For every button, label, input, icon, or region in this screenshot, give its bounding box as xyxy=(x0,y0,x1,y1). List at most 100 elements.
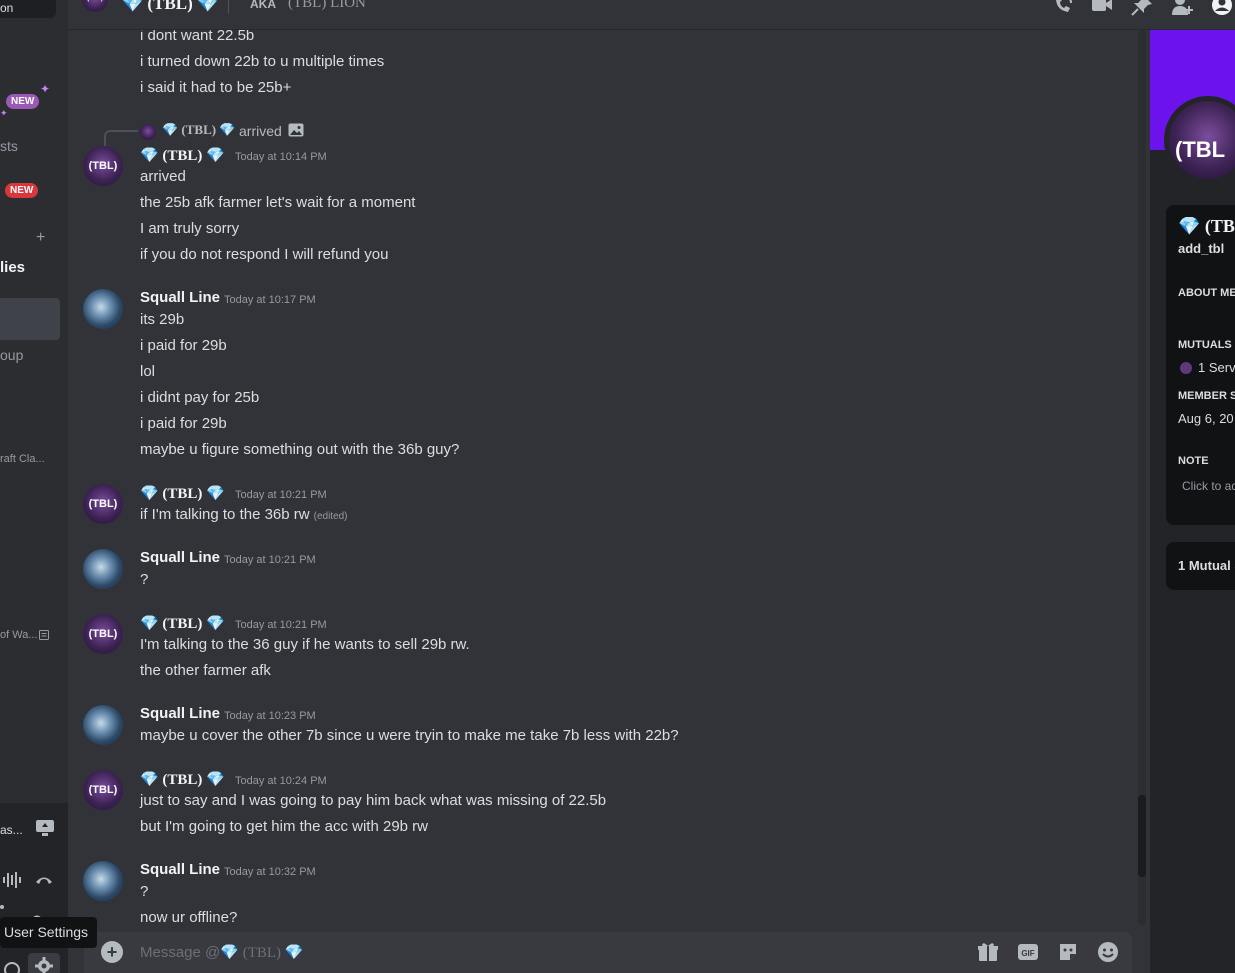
voice-call-icon[interactable] xyxy=(1052,0,1074,16)
message-author[interactable]: 💎 (TBL) 💎 xyxy=(140,770,225,789)
channel-header: (TBL) 💎 (TBL) 💎 AKA (TBL) LION xyxy=(68,0,1235,30)
upload-plus-icon[interactable]: + xyxy=(101,941,123,963)
sparkle-icon-small: ✦ xyxy=(0,108,8,118)
avatar-text: (TBL) xyxy=(88,784,118,796)
message-text: the 25b afk farmer let's wait for a mome… xyxy=(140,194,416,211)
scrollbar-thumb[interactable] xyxy=(1138,795,1146,877)
soundboard-icon[interactable] xyxy=(2,871,22,889)
message-input[interactable]: Message @💎 (TBL) 💎 xyxy=(140,943,303,962)
sidebar-item-selected[interactable] xyxy=(0,298,60,340)
message-text: arrived xyxy=(140,168,186,185)
message-text: i turned down 22b to u multiple times xyxy=(140,53,385,70)
message-timestamp: Today at 10:21 PM xyxy=(235,619,327,631)
message-author[interactable]: 💎 (TBL) 💎 xyxy=(140,146,225,165)
emoji-icon[interactable] xyxy=(1097,941,1119,963)
message-input-target: 💎 (TBL) 💎 xyxy=(220,945,304,961)
status-dot-icon xyxy=(0,905,4,909)
message-text: ? xyxy=(140,883,149,900)
mutuals-heading: MUTUALS xyxy=(1178,339,1232,351)
activity-label: as... xyxy=(0,823,23,837)
message-text: just to say and I was going to pay him b… xyxy=(140,792,607,809)
gif-icon[interactable]: GIF xyxy=(1017,941,1039,963)
sidebar-item-quests[interactable]: sts xyxy=(0,138,18,154)
create-dm-plus-icon[interactable]: + xyxy=(36,229,45,247)
avatar[interactable]: (TBL) xyxy=(83,614,123,654)
user-profile-toggle-icon[interactable] xyxy=(1211,0,1233,16)
add-friends-to-dm-icon[interactable] xyxy=(1171,0,1193,16)
reply-avatar[interactable] xyxy=(140,124,156,140)
avatar[interactable] xyxy=(83,549,123,589)
avatar[interactable]: (TBL) xyxy=(83,484,123,524)
message-text: its 29b xyxy=(140,311,185,328)
sidebar-item-wa[interactable]: of Wa... xyxy=(0,629,38,641)
message-author[interactable]: Squall Line xyxy=(140,549,220,566)
user-profile-panel: (TBL 💎 (TB add_tbl ABOUT ME MUTUALS 1 Se… xyxy=(1150,30,1235,973)
message-timestamp: Today at 10:24 PM xyxy=(235,775,327,787)
aka-label: AKA xyxy=(250,0,276,11)
sidebar-item-craft[interactable]: raft Cla... xyxy=(0,453,45,465)
edited-marker: (edited) xyxy=(313,511,348,522)
message-text: maybe u figure something out with the 36… xyxy=(140,441,460,458)
message-timestamp: Today at 10:14 PM xyxy=(235,151,327,163)
message-text: if you do not respond I will refund you xyxy=(140,246,389,263)
avatar[interactable]: (TBL) xyxy=(83,146,123,186)
new-badge: NEW xyxy=(6,94,40,109)
message-author[interactable]: Squall Line xyxy=(140,289,220,306)
message-text: i said it had to be 25b+ xyxy=(140,79,292,96)
profile-username: add_tbl xyxy=(1178,241,1225,256)
header-avatar-text: (TBL) xyxy=(87,0,103,2)
message-composer[interactable]: + Message @💎 (TBL) 💎 GIF xyxy=(84,932,1132,973)
message-text: maybe u cover the other 7b since u were … xyxy=(140,727,679,744)
message-text: now ur offline? xyxy=(140,909,238,926)
disconnect-call-icon[interactable] xyxy=(34,873,54,885)
video-call-icon[interactable] xyxy=(1091,0,1113,16)
reply-author[interactable]: 💎 (TBL) 💎 xyxy=(162,122,236,138)
avatar[interactable] xyxy=(83,289,123,329)
message-author[interactable]: Squall Line xyxy=(140,705,220,722)
gear-icon xyxy=(35,957,53,973)
message-list: i dont want 22.5b i turned down 22b to u… xyxy=(68,30,1140,932)
screen-share-icon[interactable] xyxy=(35,819,55,837)
user-settings-button[interactable] xyxy=(28,953,60,973)
sidebar-section-heading: lies xyxy=(0,259,26,276)
reply-preview-text[interactable]: arrived xyxy=(239,123,282,139)
message-text: the other farmer afk xyxy=(140,662,271,679)
image-attachment-icon xyxy=(288,123,304,137)
sticker-icon[interactable] xyxy=(1057,941,1079,963)
message-author[interactable]: 💎 (TBL) 💎 xyxy=(140,614,225,633)
reply-connector xyxy=(104,130,138,146)
message-author[interactable]: 💎 (TBL) 💎 xyxy=(140,484,225,503)
mute-icon[interactable] xyxy=(3,961,21,973)
note-input[interactable]: Click to ad xyxy=(1182,479,1235,493)
message-timestamp: Today at 10:23 PM xyxy=(224,710,316,722)
message-text: lol xyxy=(140,363,156,380)
svg-text:GIF: GIF xyxy=(1021,949,1034,958)
mutual-server-count[interactable]: 1 Serve xyxy=(1198,360,1235,375)
message-text: i paid for 29b xyxy=(140,337,227,354)
message-scrollbar[interactable] xyxy=(1138,30,1146,925)
gift-icon[interactable] xyxy=(977,941,999,963)
sidebar-item-group[interactable]: oup xyxy=(0,347,23,363)
header-alias: (TBL) LION xyxy=(288,0,366,11)
header-username[interactable]: 💎 (TBL) 💎 xyxy=(122,0,218,14)
message-text: I am truly sorry xyxy=(140,220,240,237)
profile-avatar[interactable]: (TBL xyxy=(1164,96,1235,184)
avatar[interactable] xyxy=(83,705,123,745)
avatar[interactable] xyxy=(83,861,123,901)
user-settings-tooltip: User Settings xyxy=(0,917,97,948)
pinned-messages-icon[interactable] xyxy=(1131,0,1153,16)
message-input-placeholder: Message @ xyxy=(140,944,221,961)
avatar[interactable]: (TBL) xyxy=(83,770,123,810)
avatar-text: (TBL) xyxy=(88,498,118,510)
new-badge-red: NEW xyxy=(5,183,39,198)
header-avatar[interactable]: (TBL) xyxy=(82,0,108,12)
sidebar-top-label: on xyxy=(0,1,14,15)
member-since-date: Aug 6, 20 xyxy=(1178,411,1234,426)
sparkle-icon: ✦ xyxy=(40,82,51,96)
mutual-servers-button[interactable]: 1 Mutual S xyxy=(1166,542,1235,590)
message-timestamp: Today at 10:21 PM xyxy=(235,489,327,501)
message-author[interactable]: Squall Line xyxy=(140,861,220,878)
mutual-server-icon xyxy=(1180,362,1192,374)
sidebar-top-item[interactable]: on xyxy=(0,0,56,18)
avatar-text: (TBL) xyxy=(88,628,118,640)
